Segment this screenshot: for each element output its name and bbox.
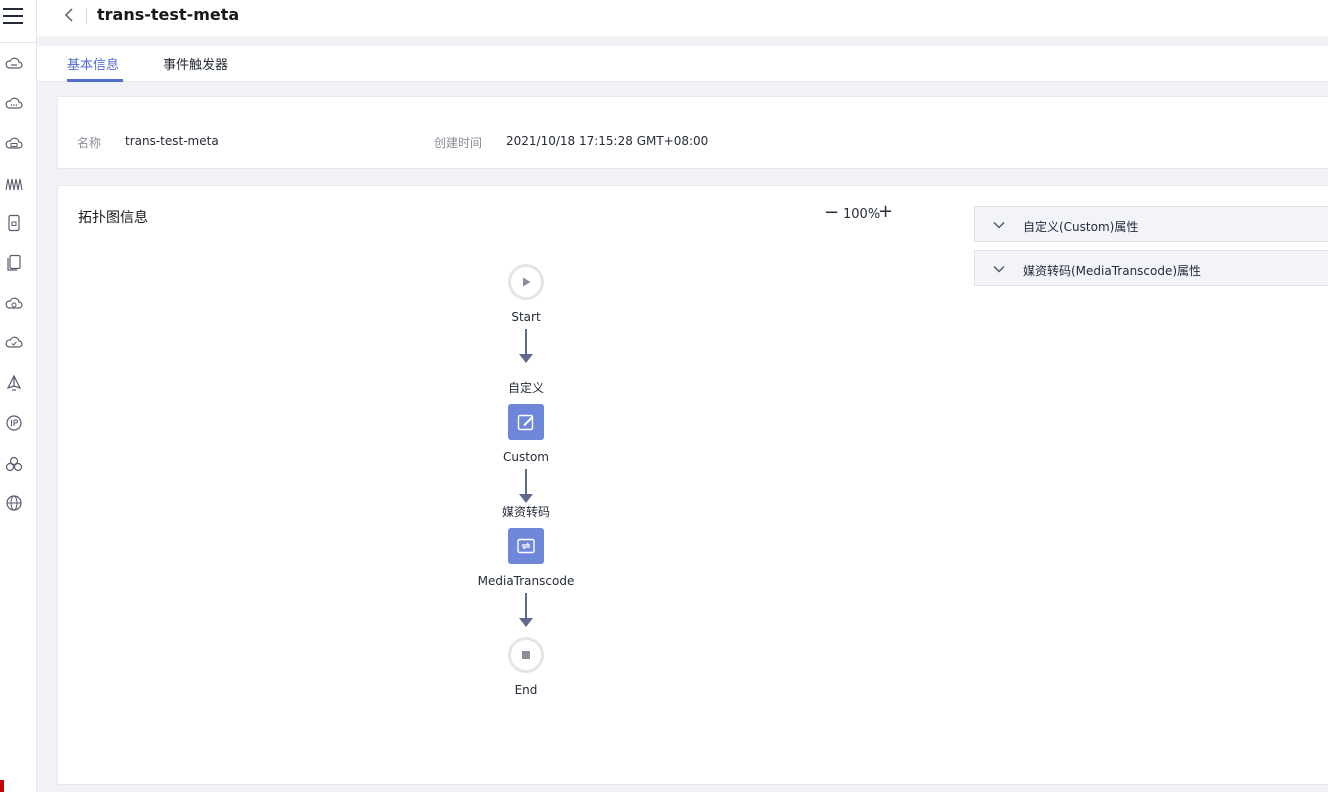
topology-canvas: Start 自定义 Custom 媒资转码 MediaTranscode End bbox=[58, 186, 958, 786]
page-header: trans-test-meta bbox=[37, 0, 1328, 36]
panel-label: 媒资转码(MediaTranscode)属性 bbox=[1023, 264, 1202, 278]
rail-divider bbox=[0, 42, 36, 43]
menu-icon[interactable] bbox=[3, 8, 23, 26]
chevron-down-icon bbox=[991, 217, 1007, 233]
cloud-dots-icon[interactable] bbox=[5, 95, 23, 113]
active-tab-indicator bbox=[67, 79, 123, 82]
topology-card: 拓扑图信息 − 100% + Start 自定义 Custom 媒资转码 Med… bbox=[57, 185, 1328, 785]
custom-node[interactable] bbox=[508, 404, 544, 440]
tab-basic-info[interactable]: 基本信息 bbox=[67, 54, 119, 73]
cloud-icon[interactable] bbox=[5, 55, 23, 73]
transcode-icon bbox=[517, 538, 535, 554]
brand-marker bbox=[0, 780, 4, 792]
ip-icon[interactable] bbox=[5, 414, 23, 432]
custom-node-label: Custom bbox=[503, 450, 549, 464]
name-value: trans-test-meta bbox=[125, 134, 219, 148]
stop-icon bbox=[522, 651, 530, 659]
globe-icon[interactable] bbox=[5, 494, 23, 512]
play-icon bbox=[523, 277, 531, 287]
transcode-properties-panel[interactable]: 媒资转码(MediaTranscode)属性 bbox=[974, 250, 1328, 286]
transcode-node-label: MediaTranscode bbox=[477, 574, 575, 588]
page-title: trans-test-meta bbox=[97, 5, 240, 24]
cloud-server-icon[interactable] bbox=[5, 135, 23, 153]
header-divider bbox=[86, 8, 87, 24]
created-time-value: 2021/10/18 17:15:28 GMT+08:00 bbox=[506, 134, 709, 148]
left-nav-rail bbox=[0, 0, 37, 792]
tab-event-triggers[interactable]: 事件触发器 bbox=[163, 54, 228, 73]
panel-label: 自定义(Custom)属性 bbox=[1023, 220, 1139, 234]
flow-arrow bbox=[519, 593, 533, 627]
cloud-check-icon[interactable] bbox=[5, 334, 23, 352]
transcode-node-title: 媒资转码 bbox=[501, 505, 550, 519]
document-lock-icon[interactable] bbox=[5, 214, 23, 232]
back-button[interactable] bbox=[61, 6, 79, 24]
start-label: Start bbox=[511, 310, 541, 324]
basic-info-card: 名称 trans-test-meta 创建时间 2021/10/18 17:15… bbox=[57, 96, 1328, 169]
name-label: 名称 bbox=[77, 136, 102, 150]
start-node[interactable] bbox=[508, 264, 544, 300]
custom-node-title: 自定义 bbox=[507, 381, 544, 395]
chevron-down-icon bbox=[991, 261, 1007, 277]
flow-arrow bbox=[519, 469, 533, 503]
edit-icon bbox=[517, 414, 534, 431]
flow-arrow bbox=[519, 329, 533, 363]
document-copy-icon[interactable] bbox=[5, 254, 23, 272]
transcode-node[interactable] bbox=[508, 528, 544, 564]
custom-properties-panel[interactable]: 自定义(Custom)属性 bbox=[974, 206, 1328, 242]
tab-bar: 基本信息 事件触发器 bbox=[37, 46, 1328, 82]
cloud-sync-icon[interactable] bbox=[5, 295, 23, 313]
end-label: End bbox=[514, 683, 538, 697]
cluster-icon[interactable] bbox=[5, 455, 23, 473]
end-node[interactable] bbox=[508, 637, 544, 673]
created-time-label: 创建时间 bbox=[434, 136, 483, 150]
sail-icon[interactable] bbox=[5, 374, 23, 392]
waves-icon[interactable] bbox=[5, 175, 23, 193]
chevron-left-icon bbox=[64, 8, 73, 22]
